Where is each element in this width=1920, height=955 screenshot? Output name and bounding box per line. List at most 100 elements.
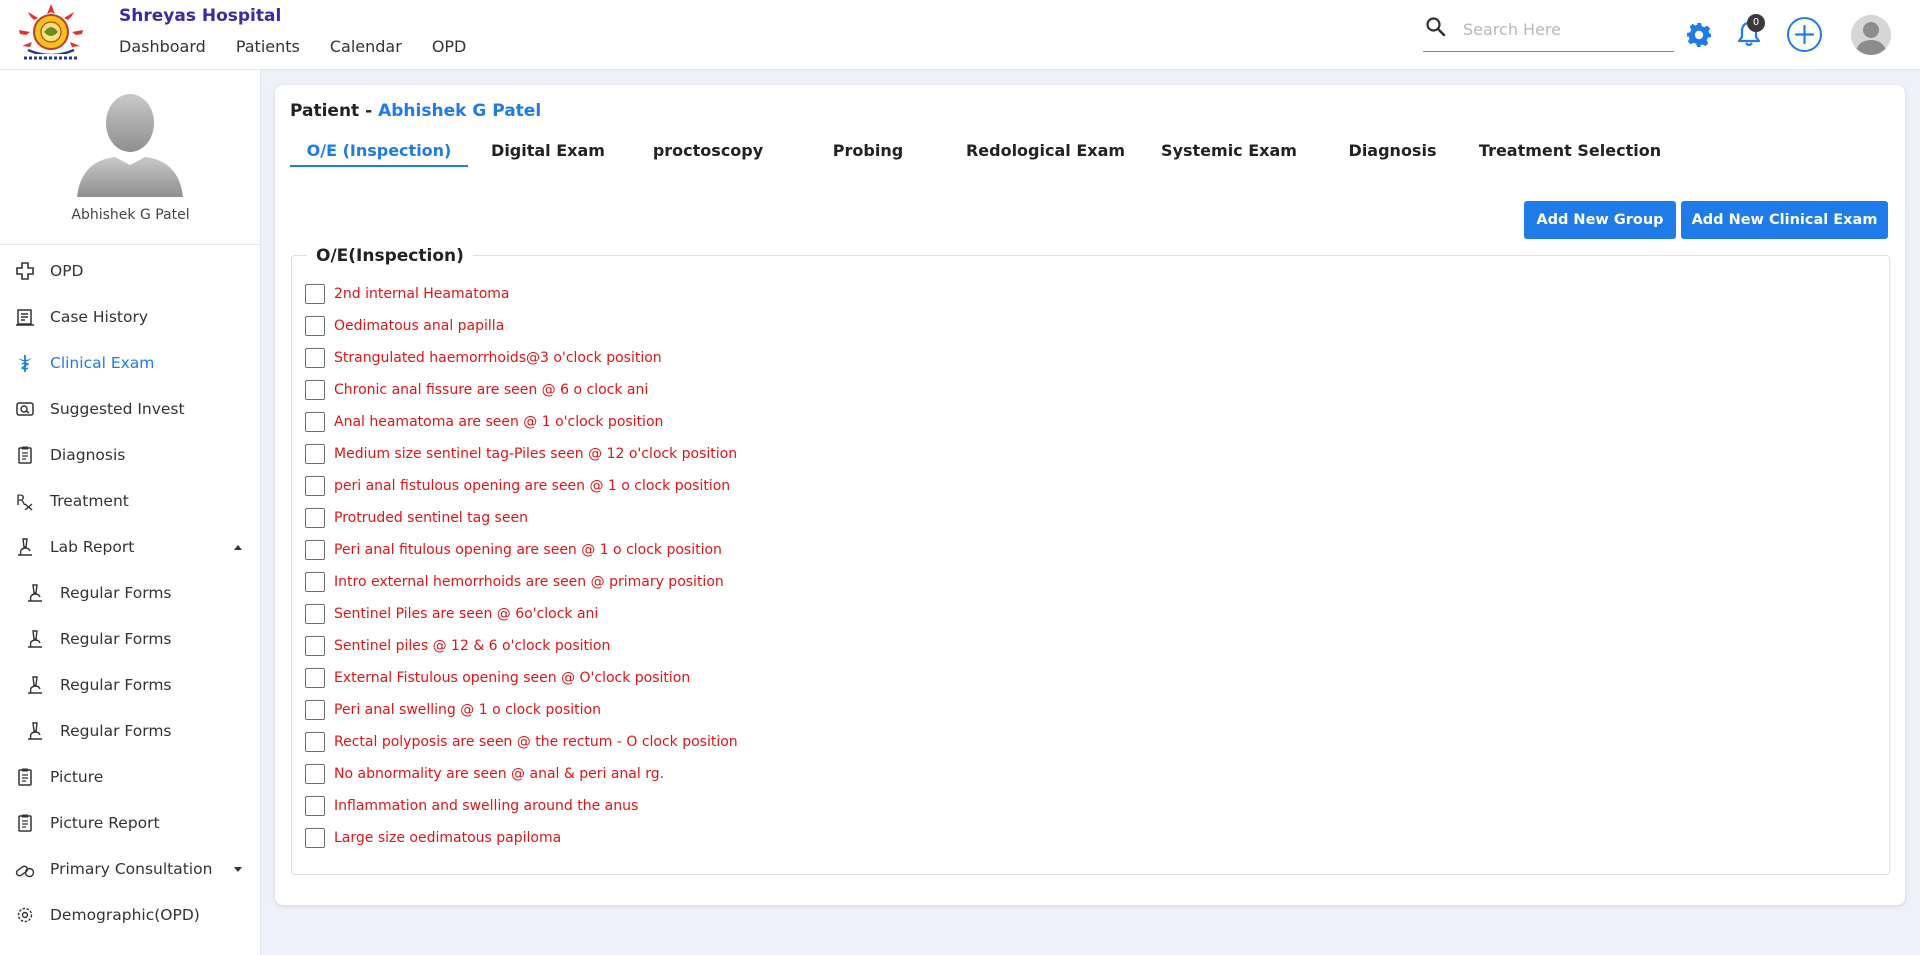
tab-redological-exam[interactable]: Redological Exam (948, 131, 1143, 165)
checklist-item[interactable]: peri anal fistulous opening are seen @ 1… (305, 470, 738, 502)
tab-probing[interactable]: Probing (788, 131, 948, 165)
sidebar-item-label: Lab Report (50, 538, 135, 556)
checklist-item[interactable]: Inflammation and swelling around the anu… (305, 790, 738, 822)
checklist-item[interactable]: Peri anal swelling @ 1 o clock position (305, 694, 738, 726)
checkbox[interactable] (305, 796, 325, 816)
add-new-clinical-exam-button[interactable]: Add New Clinical Exam (1681, 201, 1888, 239)
checklist-item[interactable]: 2nd internal Heamatoma (305, 278, 738, 310)
sidebar-item-demographic-opd[interactable]: Demographic(OPD) (0, 892, 261, 938)
checkbox[interactable] (305, 604, 325, 624)
sidebar-item-label: OPD (50, 262, 84, 280)
checklist-item-label: Chronic anal fissure are seen @ 6 o cloc… (334, 382, 649, 398)
checkbox[interactable] (305, 316, 325, 336)
checklist-item[interactable]: Peri anal fitulous opening are seen @ 1 … (305, 534, 738, 566)
sidebar-item-label: Demographic(OPD) (50, 906, 200, 924)
checkbox[interactable] (305, 828, 325, 848)
checklist-item[interactable]: Rectal polyposis are seen @ the rectum -… (305, 726, 738, 758)
checklist-item[interactable]: External Fistulous opening seen @ O'cloc… (305, 662, 738, 694)
microscope-icon (28, 722, 42, 740)
checklist-item[interactable]: No abnormality are seen @ anal & peri an… (305, 758, 738, 790)
checklist-item[interactable]: Strangulated haemorrhoids@3 o'clock posi… (305, 342, 738, 374)
checklist-item[interactable]: Sentinel Piles are seen @ 6o'clock ani (305, 598, 738, 630)
checklist-item-label: Medium size sentinel tag-Piles seen @ 12… (334, 446, 738, 462)
checklist-item[interactable]: Intro external hemorrhoids are seen @ pr… (305, 566, 738, 598)
checkbox[interactable] (305, 348, 325, 368)
sidebar-item-diagnosis[interactable]: Diagnosis (0, 432, 261, 478)
checklist-item[interactable]: Chronic anal fissure are seen @ 6 o cloc… (305, 374, 738, 406)
checkbox[interactable] (305, 764, 325, 784)
sidebar-item-label: Picture (50, 768, 104, 786)
sidebar-item-label: Picture Report (50, 814, 160, 832)
checkbox[interactable] (305, 700, 325, 720)
checkbox[interactable] (305, 668, 325, 688)
checkbox[interactable] (305, 380, 325, 400)
caret-down-icon[interactable] (234, 867, 242, 872)
nav-opd[interactable]: OPD (432, 37, 467, 56)
nav-calendar[interactable]: Calendar (330, 37, 402, 56)
clinical-exam-card: Patient - Abhishek G Patel O/E (Inspecti… (275, 85, 1905, 905)
checklist-item-label: Inflammation and swelling around the anu… (334, 798, 639, 814)
sidebar-item-opd[interactable]: OPD (0, 248, 261, 294)
checklist-item[interactable]: Large size oedimatous papiloma (305, 822, 738, 854)
sidebar-item-clinical-exam[interactable]: Clinical Exam (0, 340, 261, 386)
tab-systemic-exam[interactable]: Systemic Exam (1143, 131, 1315, 165)
nav-patients[interactable]: Patients (236, 37, 300, 56)
gear-outline-icon (17, 907, 33, 923)
search-input[interactable] (1463, 20, 1668, 39)
add-new-group-button[interactable]: Add New Group (1524, 201, 1676, 239)
sidebar-item-regular-forms[interactable]: Regular Forms (0, 662, 261, 708)
gear-icon[interactable] (1686, 22, 1712, 48)
sidebar: Abhishek G Patel OPD Case History Clinic… (0, 70, 261, 955)
checkbox[interactable] (305, 540, 325, 560)
tab-digital-exam[interactable]: Digital Exam (468, 131, 628, 165)
top-bar: Shreyas Hospital Dashboard Patients Cale… (0, 0, 1920, 70)
checklist-item-label: peri anal fistulous opening are seen @ 1… (334, 478, 731, 494)
caret-up-icon[interactable] (234, 545, 242, 550)
checklist-item[interactable]: Anal heamatoma are seen @ 1 o'clock posi… (305, 406, 738, 438)
sidebar-item-label: Regular Forms (60, 630, 172, 648)
sidebar-item-primary-consultation[interactable]: Primary Consultation (0, 846, 261, 892)
checklist-item[interactable]: Protruded sentinel tag seen (305, 502, 738, 534)
checklist-item-label: Peri anal swelling @ 1 o clock position (334, 702, 601, 718)
hospital-name: Shreyas Hospital (119, 6, 282, 26)
sidebar-item-suggested-invest[interactable]: Suggested Invest (0, 386, 261, 432)
sidebar-item-regular-forms[interactable]: Regular Forms (0, 570, 261, 616)
sidebar-item-picture[interactable]: Picture (0, 754, 261, 800)
checkbox[interactable] (305, 636, 325, 656)
checkbox[interactable] (305, 476, 325, 496)
tab-diagnosis[interactable]: Diagnosis (1315, 131, 1470, 165)
checkbox[interactable] (305, 412, 325, 432)
tab-proctoscopy[interactable]: proctoscopy (628, 131, 788, 165)
checkbox[interactable] (305, 572, 325, 592)
checklist-item-label: 2nd internal Heamatoma (334, 286, 510, 302)
hospital-logo[interactable] (14, 2, 88, 66)
sidebar-item-picture-report[interactable]: Picture Report (0, 800, 261, 846)
checklist-item-label: Strangulated haemorrhoids@3 o'clock posi… (334, 350, 662, 366)
user-avatar[interactable] (1851, 15, 1891, 55)
sidebar-item-regular-forms[interactable]: Regular Forms (0, 708, 261, 754)
checkbox[interactable] (305, 444, 325, 464)
add-button[interactable] (1787, 17, 1822, 52)
checklist-item[interactable]: Sentinel piles @ 12 & 6 o'clock position (305, 630, 738, 662)
clipboard-icon (18, 768, 32, 786)
sidebar-item-case-history[interactable]: Case History (0, 294, 261, 340)
clipboard-icon (18, 814, 32, 832)
checkbox[interactable] (305, 508, 325, 528)
tab-treatment-selection[interactable]: Treatment Selection (1470, 131, 1670, 165)
sidebar-item-regular-forms[interactable]: Regular Forms (0, 616, 261, 662)
inspection-checklist: 2nd internal Heamatoma Oedimatous anal pa… (305, 278, 738, 854)
checkbox[interactable] (305, 732, 325, 752)
sidebar-item-treatment[interactable]: R Treatment (0, 478, 261, 524)
checklist-item[interactable]: Oedimatous anal papilla (305, 310, 738, 342)
nav-dashboard[interactable]: Dashboard (119, 37, 206, 56)
checklist-item[interactable]: Medium size sentinel tag-Piles seen @ 12… (305, 438, 738, 470)
investigation-icon (16, 402, 34, 416)
patient-avatar (75, 87, 185, 197)
checklist-item-label: External Fistulous opening seen @ O'cloc… (334, 670, 691, 686)
search-icon[interactable] (1425, 16, 1447, 38)
case-history-icon (16, 309, 34, 326)
sidebar-item-lab-report[interactable]: Lab Report (0, 524, 261, 570)
tab-oe-inspection[interactable]: O/E (Inspection) (290, 131, 468, 167)
checkbox[interactable] (305, 284, 325, 304)
patient-name[interactable]: Abhishek G Patel (378, 101, 541, 121)
